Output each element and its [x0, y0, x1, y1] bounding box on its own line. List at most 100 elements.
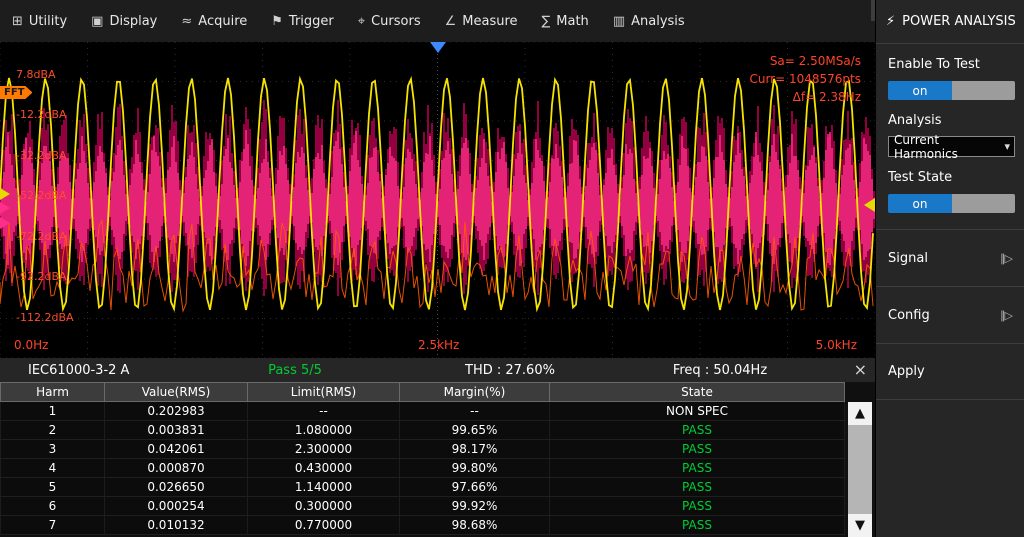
cell-harm: 7 — [0, 516, 105, 534]
trigger-level-marker[interactable] — [864, 198, 875, 212]
measure-icon: ∠ — [445, 14, 457, 29]
close-icon[interactable]: × — [854, 360, 867, 379]
waveform-canvas — [0, 42, 875, 358]
toggle-track — [952, 194, 1015, 213]
table-row[interactable]: 4 0.000870 0.430000 99.80% PASS — [0, 459, 845, 478]
enable-to-test-label: Enable To Test — [876, 44, 1024, 72]
db-axis-label: -112.2dBA — [16, 311, 74, 324]
freq-axis-center: 2.5kHz — [418, 338, 459, 352]
cell-state: NON SPEC — [550, 402, 845, 420]
config-label: Config — [888, 308, 930, 323]
power-icon: ⚡ — [886, 14, 895, 29]
cell-harm: 5 — [0, 478, 105, 496]
cell-limit: 0.300000 — [248, 497, 400, 515]
table-row[interactable]: 2 0.003831 1.080000 99.65% PASS — [0, 421, 845, 440]
cell-limit: 1.080000 — [248, 421, 400, 439]
menu-item-label: Measure — [462, 14, 517, 29]
signal-menu-button[interactable]: Signal ∥▷ — [876, 229, 1024, 286]
apply-label: Apply — [888, 364, 925, 379]
db-axis-label: -12.2dBA — [16, 108, 67, 121]
cell-harm: 1 — [0, 402, 105, 420]
col-header-state: State — [550, 382, 845, 402]
table-header-row: Harm Value(RMS) Limit(RMS) Margin(%) Sta… — [0, 382, 845, 402]
cell-state: PASS — [550, 516, 845, 534]
test-state-label: Test State — [876, 157, 1024, 185]
math-icon: ∑ — [542, 14, 551, 29]
cell-state: PASS — [550, 440, 845, 458]
menu-item-math[interactable]: ∑ Math — [542, 14, 589, 29]
analysis-label: Analysis — [876, 100, 1024, 128]
apply-button[interactable]: Apply — [876, 343, 1024, 400]
analysis-dropdown[interactable]: Current Harmonics ▾ — [888, 136, 1015, 157]
cell-margin: 98.68% — [400, 516, 550, 534]
table-row[interactable]: 3 0.042061 2.300000 98.17% PASS — [0, 440, 845, 459]
cell-state: PASS — [550, 421, 845, 439]
cell-harm: 6 — [0, 497, 105, 515]
menu-item-trigger[interactable]: ⚑ Trigger — [271, 14, 334, 29]
thd-readout: THD : 27.60% — [390, 363, 630, 378]
harmonics-results-panel: IEC61000-3-2 A Pass 5/5 THD : 27.60% Fre… — [0, 358, 875, 537]
test-state-toggle[interactable]: on — [888, 194, 1015, 213]
channel-marker-pink-1[interactable] — [0, 202, 10, 214]
cell-limit: -- — [248, 402, 400, 420]
chevron-down-icon: ▾ — [1004, 140, 1010, 153]
freq-readout: Freq : 50.04Hz — [630, 363, 810, 378]
freq-axis-end: 5.0kHz — [816, 338, 857, 352]
menu-item-acquire[interactable]: ≈ Acquire — [181, 14, 247, 29]
power-analysis-panel: ⚡ POWER ANALYSIS Enable To Test on Analy… — [875, 0, 1024, 537]
menu-item-label: Display — [109, 14, 157, 29]
table-scrollbar[interactable]: ▲ ▼ — [848, 402, 872, 537]
delta-f: Δf= 2.38Hz — [749, 88, 861, 106]
menu-item-analysis[interactable]: ▥ Analysis — [613, 14, 685, 29]
menu-item-measure[interactable]: ∠ Measure — [445, 14, 518, 29]
menu-item-cursors[interactable]: ⌖ Cursors — [358, 14, 421, 29]
standard-name: IEC61000-3-2 A — [0, 363, 200, 378]
enable-to-test-toggle[interactable]: on — [888, 81, 1015, 100]
channel-marker-yellow[interactable] — [0, 188, 10, 200]
cell-value: 0.042061 — [105, 440, 248, 458]
acquire-icon: ≈ — [181, 14, 192, 29]
db-axis-label: -32.2dBA — [16, 149, 67, 162]
toggle-on-label: on — [888, 194, 952, 213]
cell-value: 0.026650 — [105, 478, 248, 496]
results-title-bar: IEC61000-3-2 A Pass 5/5 THD : 27.60% Fre… — [0, 358, 875, 382]
pass-summary: Pass 5/5 — [200, 363, 390, 378]
cell-state: PASS — [550, 497, 845, 515]
table-row[interactable]: 5 0.026650 1.140000 97.66% PASS — [0, 478, 845, 497]
cell-margin: -- — [400, 402, 550, 420]
cell-value: 0.003831 — [105, 421, 248, 439]
sample-rate: Sa= 2.50MSa/s — [749, 52, 861, 70]
cell-value: 0.010132 — [105, 516, 248, 534]
toggle-on-label: on — [888, 81, 952, 100]
table-row[interactable]: 6 0.000254 0.300000 99.92% PASS — [0, 497, 845, 516]
scroll-down-button[interactable]: ▼ — [848, 514, 872, 537]
cell-value: 0.000254 — [105, 497, 248, 515]
signal-label: Signal — [888, 251, 928, 266]
table-row[interactable]: 1 0.202983 -- -- NON SPEC — [0, 402, 845, 421]
menu-item-display[interactable]: ▣ Display — [91, 14, 157, 29]
cell-margin: 99.92% — [400, 497, 550, 515]
cell-limit: 1.140000 — [248, 478, 400, 496]
menu-item-label: Math — [556, 14, 589, 29]
config-menu-button[interactable]: Config ∥▷ — [876, 286, 1024, 343]
waveform-display[interactable]: 7.8dBA -12.2dBA -32.2dBA -52.2dBA -72.2d… — [0, 42, 875, 358]
utility-icon: ⊞ — [12, 14, 23, 29]
scroll-up-button[interactable]: ▲ — [848, 402, 872, 425]
cell-limit: 0.770000 — [248, 516, 400, 534]
cursors-icon: ⌖ — [358, 14, 365, 29]
cell-margin: 98.17% — [400, 440, 550, 458]
cell-margin: 99.80% — [400, 459, 550, 477]
panel-header: ⚡ POWER ANALYSIS — [876, 0, 1024, 44]
memory-points: Curr= 1048576pts — [749, 70, 861, 88]
table-row[interactable]: 7 0.010132 0.770000 98.68% PASS — [0, 516, 845, 535]
analysis-dropdown-value: Current Harmonics — [894, 133, 1004, 161]
menu-item-utility[interactable]: ⊞ Utility — [12, 14, 67, 29]
submenu-arrow-icon: ∥▷ — [1000, 252, 1012, 265]
cell-harm: 3 — [0, 440, 105, 458]
submenu-arrow-icon: ∥▷ — [1000, 309, 1012, 322]
col-header-margin: Margin(%) — [400, 382, 550, 402]
cell-state: PASS — [550, 459, 845, 477]
channel-marker-pink-2[interactable] — [0, 217, 10, 229]
trigger-position-marker[interactable] — [430, 42, 446, 53]
cell-harm: 2 — [0, 421, 105, 439]
